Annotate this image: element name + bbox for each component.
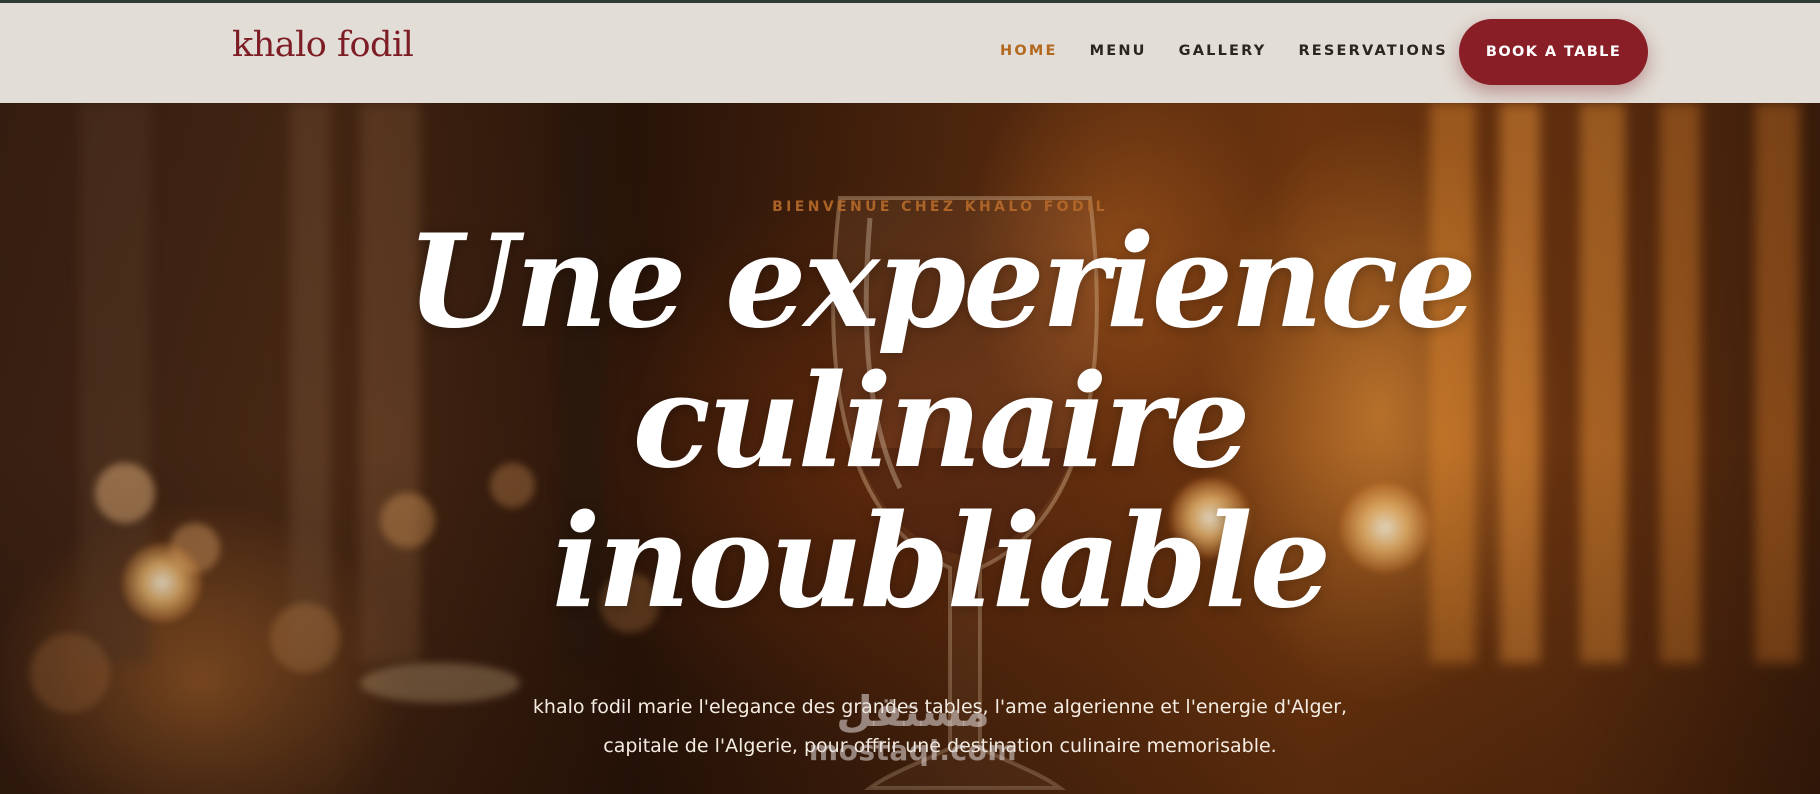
nav-menu-link[interactable]: MENU	[1090, 43, 1147, 59]
headline-line: culinaire	[632, 347, 1251, 497]
headline-line: Une experience	[406, 207, 1476, 357]
description-line: khalo fodil marie l'elegance des grandes…	[532, 696, 1348, 718]
nav-home-link[interactable]: HOME	[1000, 43, 1058, 59]
nav-gallery-link[interactable]: GALLERY	[1179, 43, 1267, 59]
hero-headline: Une experience culinaire inoubliable	[0, 212, 1820, 632]
description-line: capitale de l'Algerie, pour offrir une d…	[603, 735, 1277, 757]
site-header: khalo fodil HOME MENU GALLERY RESERVATIO…	[0, 0, 1820, 103]
site-logo[interactable]: khalo fodil	[232, 25, 414, 65]
nav-reservations-link[interactable]: RESERVATIONS	[1298, 43, 1448, 59]
page: khalo fodil HOME MENU GALLERY RESERVATIO…	[0, 0, 1820, 794]
hero-description: khalo fodil marie l'elegance des grandes…	[0, 688, 1820, 766]
headline-line: inoubliable	[551, 487, 1331, 637]
main-nav: HOME MENU GALLERY RESERVATIONS	[1000, 43, 1480, 59]
book-a-table-button[interactable]: BOOK A TABLE	[1459, 19, 1648, 85]
